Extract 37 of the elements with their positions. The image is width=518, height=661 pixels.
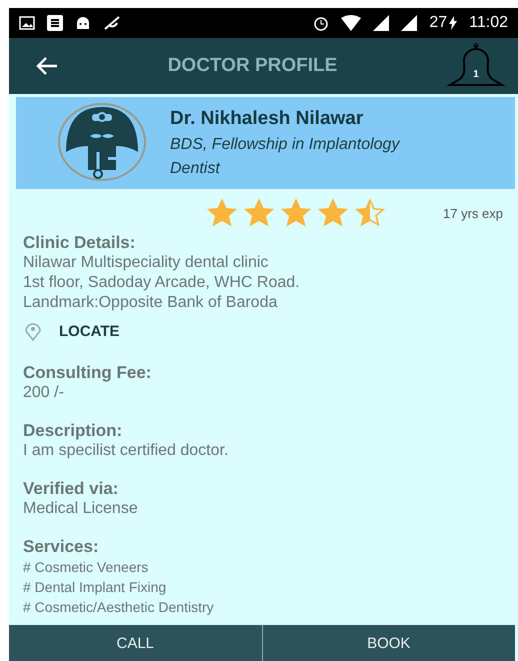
service-item: # Cosmetic Veneers bbox=[23, 558, 150, 577]
locate-button[interactable]: LOCATE bbox=[23, 321, 120, 341]
battery-level: 27 bbox=[429, 14, 448, 32]
address-line: Nilawar Multispeciality dental clinic bbox=[23, 253, 270, 273]
section-value: I am specilist certified doctor. bbox=[23, 441, 230, 461]
experience-text: 17 yrs exp bbox=[443, 206, 503, 220]
signal-icon bbox=[401, 15, 418, 31]
wifi-icon bbox=[341, 15, 362, 31]
section-heading: Services: bbox=[23, 537, 100, 557]
section-heading: Consulting Fee: bbox=[23, 363, 152, 383]
image-icon bbox=[19, 16, 35, 30]
back-icon[interactable] bbox=[35, 56, 59, 76]
star-icon bbox=[207, 199, 238, 227]
star-icon bbox=[244, 199, 274, 227]
alarm-icon bbox=[313, 15, 330, 31]
service-item: # Cosmetic/Aesthetic Dentistry bbox=[23, 598, 215, 617]
service-item: # Dental Implant Fixing bbox=[23, 578, 168, 597]
screen-title: DOCTOR PROFILE bbox=[166, 55, 338, 77]
charging-icon bbox=[449, 16, 458, 30]
section-heading: Clinic Details: bbox=[23, 233, 136, 253]
star-icon bbox=[281, 199, 312, 227]
section-value: 200 /- bbox=[23, 383, 65, 403]
star-icon bbox=[355, 199, 386, 227]
doctor-avatar-icon bbox=[56, 102, 148, 184]
doctor-specialty: Dentist bbox=[170, 160, 222, 178]
section-heading: Verified via: bbox=[23, 479, 120, 499]
doctor-name: Dr. Nikhalesh Nilawar bbox=[170, 108, 364, 130]
address-line: Landmark:Opposite Bank of Baroda bbox=[23, 293, 278, 313]
clock-time: 11:02 bbox=[469, 14, 508, 32]
notification-count: 1 bbox=[472, 69, 480, 80]
star-icon bbox=[318, 199, 348, 227]
doctor-qualification: BDS, Fellowship in Implantology bbox=[170, 136, 400, 154]
section-heading: Description: bbox=[23, 421, 124, 441]
signal-icon bbox=[373, 15, 390, 31]
location-pin-icon bbox=[23, 321, 43, 341]
section-value: Medical License bbox=[23, 499, 139, 519]
address-line: 1st floor, Sadoday Arcade, WHC Road. bbox=[23, 273, 301, 293]
